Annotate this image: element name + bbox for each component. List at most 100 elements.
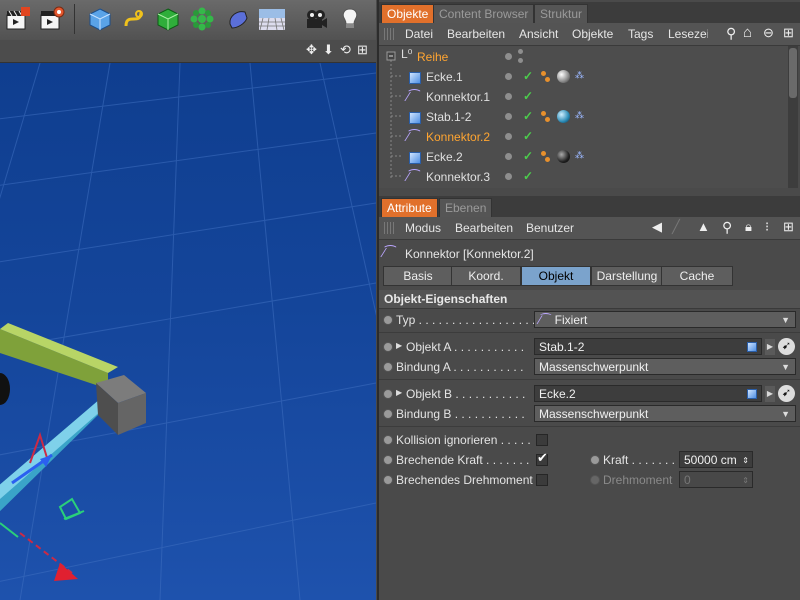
up-arrow-icon[interactable]: ▲: [697, 219, 710, 234]
animate-dot[interactable]: [383, 362, 393, 372]
tree-row-konnektor-2[interactable]: ⁄⁀ Konnektor.2 ✓: [379, 127, 789, 147]
tab-darstellung[interactable]: Darstellung: [591, 266, 663, 286]
animate-dot[interactable]: [383, 389, 393, 399]
tree-row-reihe[interactable]: L⁰ Reihe: [379, 47, 789, 67]
maximize-icon[interactable]: ⊞: [357, 42, 368, 58]
animate-dot[interactable]: [383, 342, 393, 352]
tree-row-ecke-2[interactable]: Ecke.2 ✓ ⁂: [379, 147, 789, 167]
link-menu-arrow-icon[interactable]: ▶: [765, 386, 775, 402]
material-tag-icon[interactable]: [557, 110, 570, 123]
material-tag-icon[interactable]: [557, 70, 570, 83]
bindung-b-dropdown[interactable]: Massenschwerpunkt ▼: [534, 405, 796, 422]
enabled-check-icon[interactable]: ✓: [523, 89, 533, 103]
grip-icon[interactable]: [384, 222, 396, 234]
enabled-check-icon[interactable]: ✓: [523, 169, 533, 183]
tab-objekt[interactable]: Objekt: [521, 266, 591, 286]
texture-tag-icon[interactable]: ⁂: [575, 70, 584, 81]
stepper-icon[interactable]: ⇕: [742, 452, 749, 469]
object-tree-scrollbar[interactable]: [788, 46, 798, 188]
visibility-dot[interactable]: [505, 133, 512, 140]
render-settings-icon[interactable]: [36, 3, 67, 35]
enabled-check-icon[interactable]: ✓: [523, 129, 533, 143]
animate-dot[interactable]: [383, 409, 393, 419]
bindung-a-dropdown[interactable]: Massenschwerpunkt ▼: [534, 358, 796, 375]
rigid-body-tag-icon[interactable]: [541, 71, 546, 76]
tab-cache[interactable]: Cache: [661, 266, 733, 286]
material-tag-icon[interactable]: [557, 150, 570, 163]
menu-benutzer[interactable]: Benutzer: [526, 221, 574, 235]
cube-primitive-icon[interactable]: [84, 3, 115, 35]
link-menu-arrow-icon[interactable]: ▶: [765, 339, 775, 355]
deformer-icon[interactable]: [222, 3, 253, 35]
tab-ebenen[interactable]: Ebenen: [439, 198, 493, 218]
search-icon[interactable]: ⚲: [722, 219, 732, 236]
floor-icon[interactable]: [256, 3, 287, 35]
tree-row-stab-1-2[interactable]: Stab.1-2 ✓ ⁂: [379, 107, 789, 127]
tab-koord[interactable]: Koord.: [451, 266, 521, 286]
enabled-check-icon[interactable]: ✓: [523, 69, 533, 83]
menu-objekte[interactable]: Objekte: [572, 27, 613, 41]
cloner-icon[interactable]: [186, 3, 217, 35]
tab-attribute[interactable]: Attribute: [381, 198, 438, 218]
menu-datei[interactable]: Datei: [405, 27, 433, 41]
enabled-check-icon[interactable]: ✓: [523, 149, 533, 163]
visibility-dot[interactable]: [505, 73, 512, 80]
tab-content-browser[interactable]: Content Browser: [433, 4, 535, 24]
animate-dot[interactable]: [383, 455, 393, 465]
tab-basis[interactable]: Basis: [383, 266, 453, 286]
nurbs-icon[interactable]: [152, 3, 183, 35]
animate-dot[interactable]: [383, 315, 393, 325]
menu-modus[interactable]: Modus: [405, 221, 441, 235]
objekt-b-link-field[interactable]: Ecke.2: [534, 385, 762, 402]
kraft-input[interactable]: 50000 cm ⇕: [679, 451, 753, 468]
texture-tag-icon[interactable]: ⁂: [575, 150, 584, 161]
move-arrows-icon[interactable]: ✥: [306, 42, 317, 58]
menu-bearbeiten[interactable]: Bearbeiten: [447, 27, 505, 41]
3d-viewport[interactable]: [0, 63, 376, 600]
pick-object-icon[interactable]: ➹: [778, 338, 795, 355]
tab-struktur[interactable]: Struktur: [534, 4, 589, 24]
brechendes-drehmoment-checkbox[interactable]: [536, 474, 548, 486]
expand-arrow-icon[interactable]: ▶: [396, 388, 402, 397]
grip-icon[interactable]: [384, 28, 396, 40]
menu-tags[interactable]: Tags: [628, 27, 653, 41]
rotate-icon[interactable]: ⟲: [340, 42, 351, 58]
spline-icon[interactable]: [118, 3, 149, 35]
pick-object-icon[interactable]: ➹: [778, 385, 795, 402]
typ-dropdown[interactable]: ⁄⁀ Fixiert ▼: [534, 311, 796, 328]
visibility-dot[interactable]: [505, 53, 512, 60]
visibility-dot[interactable]: [505, 93, 512, 100]
menu-lesezeichen[interactable]: Lesezeichen: [668, 27, 708, 41]
add-panel-icon[interactable]: ⊞: [783, 219, 794, 235]
options-icon[interactable]: ⁝: [765, 219, 769, 235]
forward-arrow-icon[interactable]: ╱: [672, 219, 680, 235]
render-active-view-icon[interactable]: [2, 3, 33, 35]
texture-tag-icon[interactable]: ⁂: [575, 110, 584, 121]
search-icon[interactable]: ⚲: [726, 25, 736, 42]
rigid-body-tag-icon[interactable]: [541, 151, 546, 156]
enabled-check-icon[interactable]: ✓: [523, 109, 533, 123]
rigid-body-tag-icon[interactable]: [541, 111, 546, 116]
animate-dot[interactable]: [383, 475, 393, 485]
visibility-dot[interactable]: [505, 173, 512, 180]
lock-icon[interactable]: 🔒︎: [745, 219, 752, 235]
animate-dot[interactable]: [383, 435, 393, 445]
editor-dot[interactable]: [518, 49, 523, 54]
render-dot[interactable]: [518, 58, 523, 63]
visibility-dot[interactable]: [505, 113, 512, 120]
animate-dot[interactable]: [590, 455, 600, 465]
kollision-checkbox[interactable]: [536, 434, 548, 446]
eye-icon[interactable]: ⊖: [763, 25, 774, 41]
tree-row-ecke-1[interactable]: Ecke.1 ✓ ⁂: [379, 67, 789, 87]
add-panel-icon[interactable]: ⊞: [783, 25, 794, 41]
visibility-dot[interactable]: [505, 153, 512, 160]
light-icon[interactable]: [334, 3, 365, 35]
back-arrow-icon[interactable]: ◀: [652, 219, 662, 235]
tree-row-konnektor-3[interactable]: ⁄⁀ Konnektor.3 ✓: [379, 167, 789, 187]
brechende-kraft-checkbox[interactable]: ✔: [536, 450, 548, 466]
down-arrow-icon[interactable]: ⬇: [323, 42, 334, 58]
tree-row-konnektor-1[interactable]: ⁄⁀ Konnektor.1 ✓: [379, 87, 789, 107]
home-icon[interactable]: ⌂: [743, 24, 752, 41]
expand-arrow-icon[interactable]: ▶: [396, 341, 402, 350]
objekt-a-link-field[interactable]: Stab.1-2: [534, 338, 762, 355]
